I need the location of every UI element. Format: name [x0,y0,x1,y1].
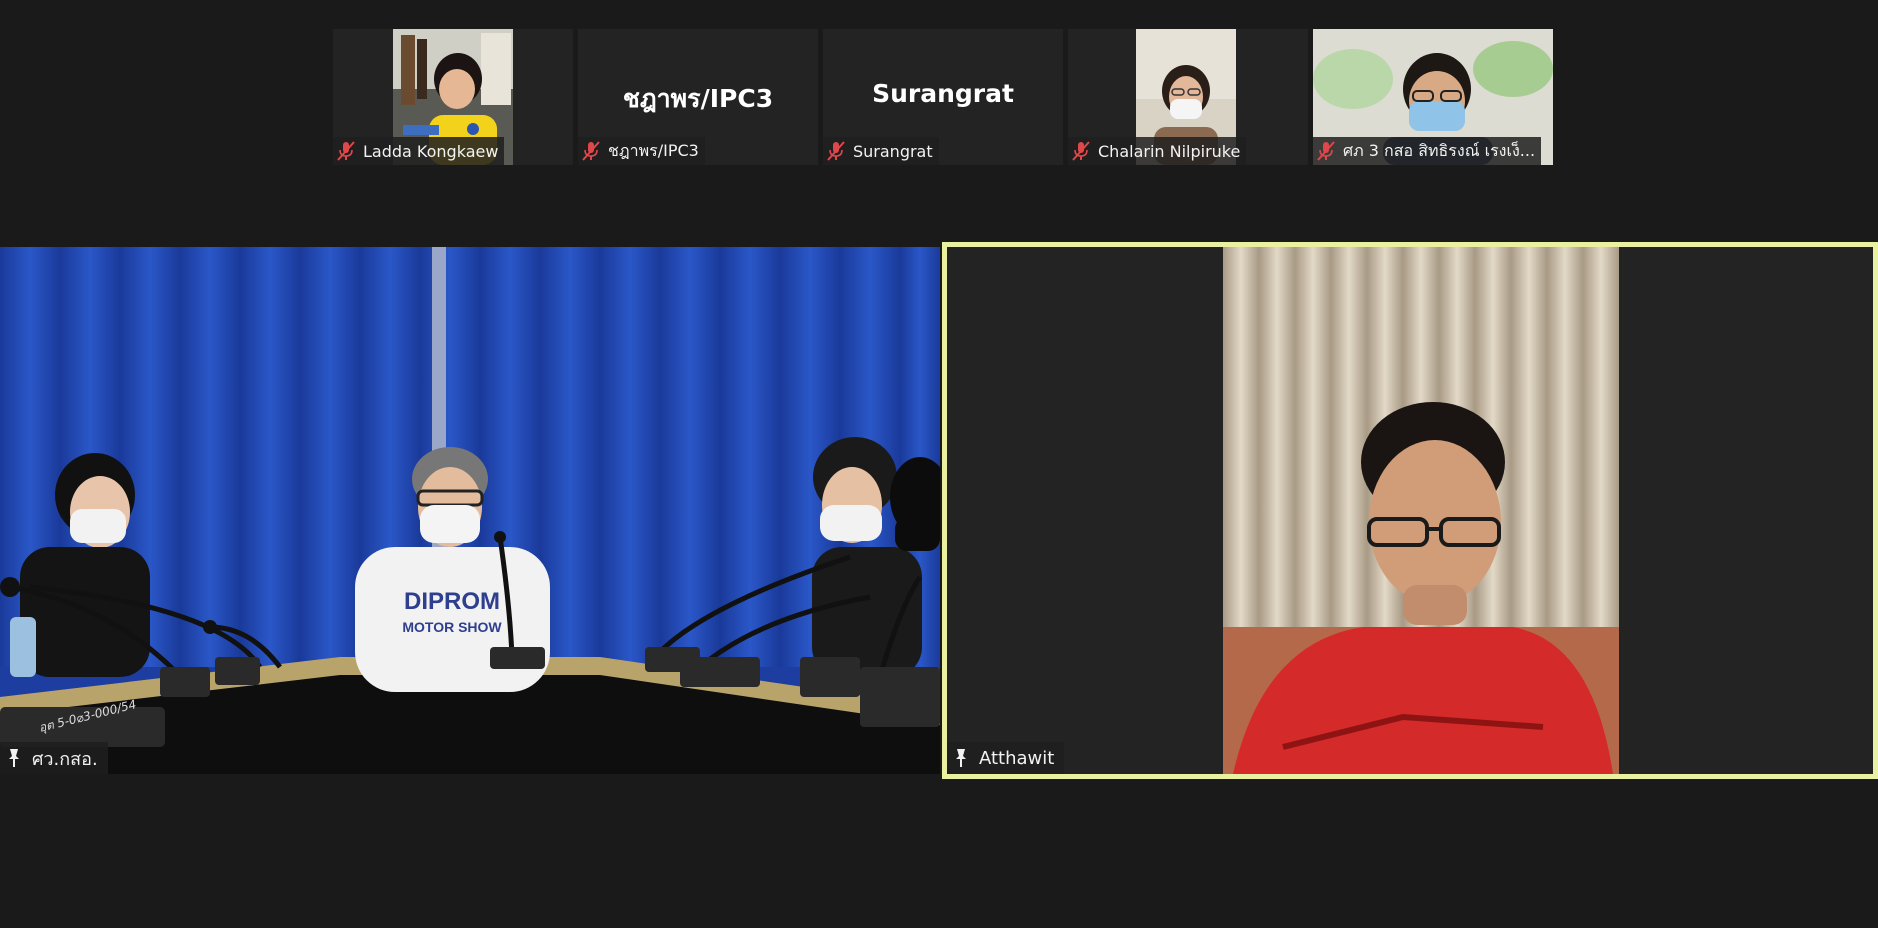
mic-muted-icon [582,141,600,161]
participant-name: ศว.กสอ. [32,748,98,770]
shirt-logo-subtext: MOTOR SHOW [402,619,502,635]
participant-tile-atthawit[interactable]: Atthawit [942,242,1878,779]
participant-video [1223,247,1619,774]
participant-name-label: ชฎาพร/IPC3 [578,137,705,165]
participant-name: Ladda Kongkaew [363,141,499,161]
participant-name: Atthawit [979,747,1055,769]
zoom-gallery-view: Ladda Kongkaew ชฎาพร/IPC3 ชฎาพร/IPC3 Sur… [0,0,1878,928]
participant-name: Surangrat [853,141,933,161]
participant-name-label: Surangrat [823,137,939,165]
participant-tile-sirichan[interactable]: ศภ 3 กสอ สิทธิรงณ์ เรงเง็... [1313,29,1553,165]
mic-muted-icon [1072,141,1090,161]
mic-muted-icon [1317,141,1335,161]
participant-tile-surangrat[interactable]: Surangrat Surangrat [823,29,1063,165]
pin-icon [956,749,966,767]
participant-tile-chadaporn[interactable]: ชฎาพร/IPC3 ชฎาพร/IPC3 [578,29,818,165]
mic-muted-icon [827,141,845,161]
shirt-logo-text: DIPROM [404,588,500,615]
participant-display-name: ชฎาพร/IPC3 [622,84,774,113]
pin-icon [9,749,19,767]
participant-name-label: ศภ 3 กสอ สิทธิรงณ์ เรงเง็... [1313,137,1542,165]
participant-name: Chalarin Nilpiruke [1098,141,1241,161]
participant-name-label: Ladda Kongkaew [333,137,505,165]
participant-video: DIPROM MOTOR SHOW อุต 5-0⌀3-000/54 [0,247,940,774]
participant-tile-meeting-room[interactable]: DIPROM MOTOR SHOW อุต 5-0⌀3-000/54 ศว.กส… [0,247,940,774]
participant-name: ชฎาพร/IPC3 [608,140,699,160]
participant-name-label: Atthawit [947,742,1065,774]
participant-display-name: Surangrat [872,79,1014,108]
participant-name-label: Chalarin Nilpiruke [1068,137,1247,165]
participant-tile-chalarin[interactable]: Chalarin Nilpiruke [1068,29,1308,165]
participant-name-label: ศว.กสอ. [0,742,108,774]
participant-tile-ladda[interactable]: Ladda Kongkaew [333,29,573,165]
participant-name: ศภ 3 กสอ สิทธิรงณ์ เรงเง็... [1343,140,1536,160]
mic-muted-icon [337,141,355,161]
